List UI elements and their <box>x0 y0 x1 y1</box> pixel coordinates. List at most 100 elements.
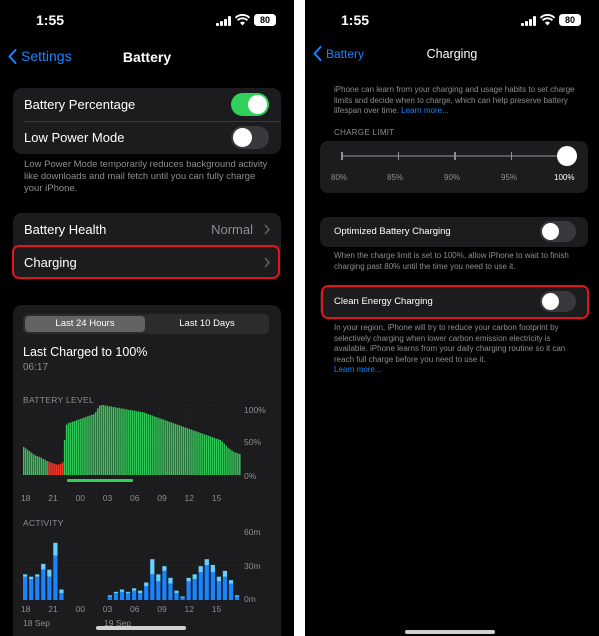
status-time: 1:55 <box>341 12 370 28</box>
battery-level-bar <box>221 441 223 475</box>
charge-limit-stop-selected: 100% <box>554 173 575 182</box>
battery-level-bar <box>30 452 33 475</box>
battery-x-tick: 06 <box>130 493 140 503</box>
battery-level-bar <box>23 447 25 475</box>
tab-last-24-hours[interactable]: Last 24 Hours <box>25 316 145 332</box>
low-power-mode-toggle[interactable] <box>231 126 269 149</box>
battery-level-bar <box>151 415 153 475</box>
battery-level-bar <box>75 420 78 475</box>
activity-screen-off-bar <box>23 574 28 577</box>
battery-x-tick: 12 <box>184 493 194 503</box>
battery-level-bar <box>202 433 204 475</box>
battery-level-bar <box>110 406 113 475</box>
activity-screen-on-bar <box>144 586 149 600</box>
battery-percentage-toggle[interactable] <box>231 93 269 116</box>
activity-screen-on-bar <box>47 576 52 600</box>
battery-level-bar <box>149 414 151 475</box>
battery-level-bar <box>194 430 196 475</box>
activity-screen-on-bar <box>41 569 46 600</box>
clean-energy-highlight-box <box>321 285 589 319</box>
battery-x-tick: 18 <box>21 493 31 503</box>
page-title: Charging <box>426 47 478 61</box>
battery-level-bar <box>71 421 74 475</box>
battery-level-bar <box>59 463 62 475</box>
battery-level-bar <box>42 458 44 475</box>
battery-level-bar <box>87 416 89 475</box>
charge-limit-title: CHARGE LIMIT <box>334 128 395 137</box>
battery-level-bar <box>44 459 46 475</box>
battery-level-bar <box>133 410 136 475</box>
battery-level-bar <box>186 428 188 475</box>
cellular-signal-icon <box>216 16 231 26</box>
wifi-icon <box>235 14 250 26</box>
charge-limit-stop: 85% <box>387 173 404 182</box>
home-indicator[interactable] <box>96 626 186 630</box>
tab-last-10-days[interactable]: Last 10 Days <box>147 316 267 332</box>
battery-level-bar <box>239 454 241 475</box>
battery-level-bar <box>157 417 159 475</box>
activity-x-tick: 21 <box>48 604 58 614</box>
battery-level-bar <box>61 462 64 475</box>
battery-level-bar <box>145 413 148 475</box>
battery-level-bar <box>172 423 175 475</box>
battery-level-bar <box>231 450 233 475</box>
battery-level-bar <box>100 405 103 475</box>
optimized-charging-toggle[interactable] <box>540 221 576 242</box>
charge-limit-slider[interactable] <box>341 152 567 160</box>
battery-y-tick: 100% <box>244 405 266 415</box>
battery-percentage-row: Battery Percentage <box>13 88 281 121</box>
battery-level-bar <box>178 425 181 475</box>
learn-more-link[interactable]: Learn more... <box>334 365 382 374</box>
battery-level-bar <box>118 407 120 475</box>
activity-x-tick: 15 <box>211 604 222 614</box>
activity-screen-off-bar <box>107 595 113 597</box>
battery-level-bar <box>126 409 128 475</box>
cellular-signal-icon <box>521 16 536 26</box>
activity-screen-on-bar <box>113 593 119 600</box>
battery-level-bar <box>207 435 210 475</box>
battery-level-bar <box>168 421 171 475</box>
battery-x-tick: 21 <box>48 493 58 503</box>
activity-screen-on-bar <box>204 565 209 600</box>
activity-screen-on-bar <box>107 596 113 600</box>
low-power-note: Low Power Mode temporarily reduces backg… <box>24 159 268 194</box>
activity-screen-on-bar <box>125 593 131 600</box>
battery-level-bar <box>235 452 237 475</box>
battery-level-bar <box>89 415 91 475</box>
activity-y-tick: 30m <box>244 561 261 571</box>
activity-screen-off-bar <box>162 566 167 571</box>
activity-screen-off-bar <box>150 559 155 575</box>
battery-percentage-label: Battery Percentage <box>24 97 136 112</box>
battery-x-tick: 00 <box>75 493 85 503</box>
activity-screen-off-bar <box>53 542 58 556</box>
battery-level-bar <box>135 411 138 475</box>
battery-health-row[interactable]: Battery Health Normal <box>13 213 281 246</box>
battery-level-bar <box>219 440 222 475</box>
activity-x-tick: 00 <box>75 604 85 614</box>
optimized-charging-label: Optimized Battery Charging <box>334 226 451 237</box>
slider-knob[interactable] <box>557 146 577 166</box>
activity-screen-on-bar <box>156 581 161 600</box>
activity-screen-off-bar <box>198 566 203 572</box>
activity-y-tick: 60m <box>244 527 261 537</box>
activity-screen-off-bar <box>41 563 46 570</box>
activity-screen-off-bar <box>174 590 179 593</box>
battery-level-bar <box>184 427 187 475</box>
activity-title: ACTIVITY <box>23 518 64 528</box>
activity-screen-off-bar <box>125 591 131 593</box>
charging-highlight-box <box>12 245 280 279</box>
battery-y-tick: 50% <box>244 437 262 447</box>
learn-more-link[interactable]: Learn more... <box>401 106 449 115</box>
battery-level-bar <box>38 456 41 475</box>
home-indicator[interactable] <box>405 630 495 634</box>
battery-level-bar <box>182 426 185 475</box>
battery-level-bar <box>112 407 114 475</box>
activity-screen-off-bar <box>204 559 209 565</box>
battery-level-title: BATTERY LEVEL <box>23 395 94 405</box>
activity-screen-on-bar <box>162 570 167 600</box>
battery-settings-screen: 1:55 80 Settings Battery Battery Percent… <box>0 0 294 636</box>
settings-toggle-group: Battery Percentage Low Power Mode <box>13 88 281 154</box>
battery-level-bar <box>120 408 122 475</box>
battery-level-bar <box>141 412 144 475</box>
activity-screen-off-bar <box>138 590 143 593</box>
